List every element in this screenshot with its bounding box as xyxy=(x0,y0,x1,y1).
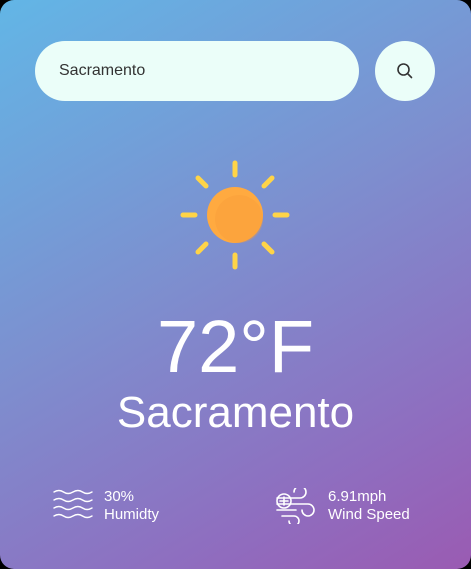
humidity-value: 30% xyxy=(104,488,135,505)
wind-icon xyxy=(276,488,315,524)
humidity-stat: 30% Humidty xyxy=(52,488,159,524)
search-icon xyxy=(397,63,413,79)
wind-value: 6.91mph xyxy=(328,488,387,505)
city-name: Sacramento xyxy=(116,388,355,437)
search-button[interactable] xyxy=(375,41,435,101)
temperature: 72°F xyxy=(156,305,315,388)
weather-card: 72°F Sacramento 30% Humidty xyxy=(0,0,471,569)
wind-stat: 6.91mph Wind Speed xyxy=(274,488,410,524)
humidity-label: Humidty xyxy=(104,506,160,523)
wind-label: Wind Speed xyxy=(328,506,410,523)
sun-icon xyxy=(180,160,290,270)
search-input[interactable] xyxy=(35,41,359,101)
humidity-waves-icon xyxy=(53,489,93,519)
